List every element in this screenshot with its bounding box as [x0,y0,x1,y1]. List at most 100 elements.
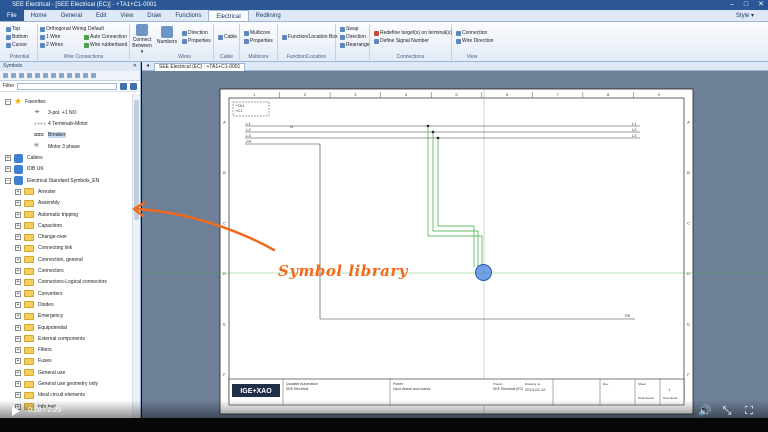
tree-item[interactable]: − Electrical Standard Symbols_EN [5,175,99,186]
tree-item[interactable]: + Equipotential [15,322,67,333]
tree-item[interactable]: + Emergency [15,311,63,322]
delete-icon[interactable] [51,73,56,78]
expand-icon[interactable]: + [15,301,21,308]
multicore-properties-button[interactable]: Properties [244,38,273,44]
expand-icon[interactable]: + [15,369,21,376]
expand-icon[interactable]: + [15,313,21,320]
define-signal-number-button[interactable]: Define Signal Number [374,38,429,44]
connect-between-button[interactable]: Connect Between ▾ [131,24,153,55]
tree-item[interactable]: − ★ Favorites [5,96,46,107]
tab-draw[interactable]: Draw [140,10,168,21]
direction-button[interactable]: Direction [340,34,366,40]
filter-input[interactable] [17,82,117,90]
connection-view-button[interactable]: Connection [456,30,487,36]
tree-item[interactable]: + Arrester [15,186,56,197]
expand-icon[interactable]: + [15,335,21,342]
play-icon[interactable] [12,406,20,416]
document-tab[interactable]: SEE Electrical (EC) : +TA1+C1-0001 [154,63,246,71]
expand-icon[interactable]: + [15,200,21,207]
tree-item[interactable]: + Change-over [15,232,67,243]
expand-icon[interactable]: + [15,358,21,365]
style-menu[interactable]: Style ▾ [736,10,754,22]
tab-general[interactable]: General [54,10,89,21]
tree-item[interactable]: + Diodes [15,299,54,310]
view-icon[interactable] [91,73,96,78]
expand-icon[interactable]: + [15,279,21,286]
open-icon[interactable] [11,73,16,78]
maximize-button[interactable]: □ [744,0,748,10]
tree-item[interactable]: + Cables [5,153,43,164]
tree-item[interactable]: + General use geometry only [15,379,98,390]
expand-icon[interactable]: + [15,256,21,263]
search-icon[interactable] [120,82,127,90]
tree-item[interactable]: + Converters [15,288,62,299]
save-icon[interactable] [19,73,24,78]
auto-connection-button[interactable]: Auto Connection [84,34,127,40]
clear-filter-icon[interactable] [130,82,137,90]
expand-icon[interactable]: + [5,166,11,173]
tab-home[interactable]: Home [24,10,54,21]
fullscreen-icon[interactable]: ⛶ [742,404,756,418]
volume-icon[interactable]: 🔊 [698,404,712,418]
two-wires-button[interactable]: 2 Wires [40,42,63,48]
expand-icon[interactable]: + [15,268,21,274]
tab-functions[interactable]: Functions [168,10,208,21]
rearrange-button[interactable]: Rearrange [340,42,370,48]
collapse-icon[interactable]: − [5,177,11,184]
orthogonal-wiring-button[interactable]: Orthogonal Wiring [40,26,86,32]
swap-button[interactable]: Swap [340,26,359,32]
tree-item[interactable]: + Connectors-Logical connectors [15,277,107,288]
tab-view[interactable]: View [113,10,140,21]
tree-item[interactable]: ⧄⧄⧄ Breaker [25,130,66,141]
close-icon[interactable]: ✕ [133,62,137,71]
redefine-targets-button[interactable]: Redefine target(s) on terminal(s) [374,30,452,36]
copy-icon[interactable] [35,73,40,78]
refresh-icon[interactable] [59,73,64,78]
potential-bottom-button[interactable]: Bottom [6,34,28,40]
pip-icon[interactable]: ⤡ [720,404,734,418]
tree-item[interactable]: Ⓜ Motor 3 phase [25,141,80,152]
wire-direction-button[interactable]: Direction [182,30,208,36]
wire-direction-view-button[interactable]: Wire Direction [456,38,493,44]
expand-icon[interactable]: + [15,392,21,399]
expand-icon[interactable]: + [15,245,21,252]
tree-item[interactable]: + IDB UK [5,164,44,175]
cut-icon[interactable] [27,73,32,78]
tree-item[interactable]: + Connection, general [15,254,83,265]
potential-top-button[interactable]: Top [6,26,20,32]
tree-item[interactable]: + Connectors [15,266,64,277]
multicore-button[interactable]: Multicore [244,30,270,36]
wiring-mode-select[interactable]: Default [88,26,104,32]
tab-file[interactable]: File [0,10,24,21]
tree-item[interactable]: + Filters [15,345,52,356]
tab-edit[interactable]: Edit [89,10,113,21]
tree-item[interactable]: ⊣⊢ 3-pol. + 1 NO [25,107,77,118]
function-location-box-button[interactable]: Function/Location Box [282,34,337,40]
tree-item[interactable]: + Connecting link [15,243,72,254]
down-icon[interactable] [75,73,80,78]
minimize-button[interactable]: – [730,0,734,10]
new-folder-icon[interactable] [3,73,8,78]
expand-icon[interactable]: + [5,155,11,161]
up-icon[interactable] [67,73,72,78]
tree-item[interactable]: + Capacitors [15,220,62,231]
expand-icon[interactable]: + [15,234,21,241]
tree-item[interactable]: + General use [15,367,65,378]
tree-item[interactable]: + Assembly [15,198,60,209]
expand-icon[interactable]: + [15,347,21,354]
cable-button[interactable]: Cable [218,34,237,40]
expand-icon[interactable]: + [15,222,21,229]
tree-item[interactable]: ∘∘∘∘ 4 Terminals-Motor [25,119,88,130]
tab-electrical[interactable]: Electrical [208,10,249,21]
expand-icon[interactable]: + [15,324,21,331]
one-wire-button[interactable]: 1 Wire [40,34,60,40]
expand-icon[interactable]: + [15,211,21,218]
expand-icon[interactable]: + [15,381,21,387]
tree-item[interactable]: + Fuses [15,356,52,367]
expand-icon[interactable]: + [15,188,21,195]
pin-icon[interactable]: ◂ [146,62,149,71]
paste-icon[interactable] [43,73,48,78]
wire-rubberband-button[interactable]: Wire rubberband [84,42,127,48]
wire-properties-button[interactable]: Properties [182,38,211,44]
potential-cursor-button[interactable]: Cursor [6,42,27,48]
